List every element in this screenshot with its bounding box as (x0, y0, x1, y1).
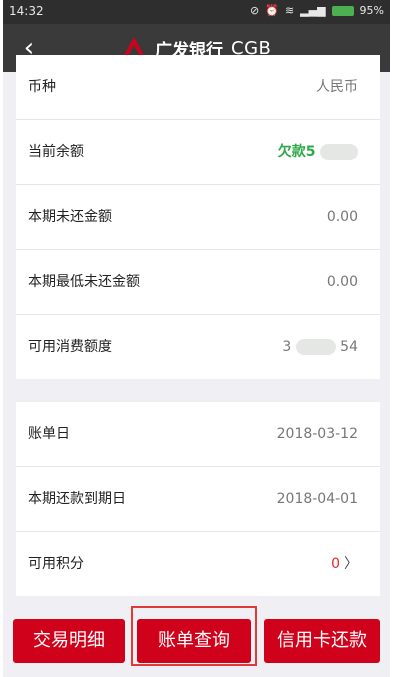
list-item-balance: 当前余额 欠款5 (16, 120, 380, 185)
signal-icon: ▂▄▆ (300, 4, 326, 17)
wifi-icon: ≋ (284, 4, 295, 17)
battery-icon (331, 5, 354, 16)
credit-limit-value: 3 54 (282, 315, 358, 379)
mute-icon: ⊘ (250, 4, 260, 17)
row-label: 可用积分 (28, 556, 84, 572)
row-label: 本期还款到期日 (28, 491, 126, 507)
billing-card: 账单日 2018-03-12 本期还款到期日 2018-04-01 可用积分 0… (16, 402, 380, 596)
battery-percent: 95% (359, 4, 384, 17)
row-value: 2018-03-12 (276, 426, 358, 442)
bottom-action-bar: 交易明细 账单查询 信用卡还款 (3, 612, 390, 668)
status-time: 14:32 (9, 4, 44, 18)
status-bar: 14:32 ⊘ ⏰ ≋ ▂▄▆ 95% (3, 0, 390, 24)
row-label: 本期最低未还金额 (28, 274, 140, 290)
phone-screen: 14:32 ⊘ ⏰ ≋ ▂▄▆ 95% ‹ 广发银行 CGB 币种 人民币 当前… (3, 0, 390, 677)
list-item-points[interactable]: 可用积分 0 〉 (16, 532, 380, 596)
row-label: 当前余额 (28, 144, 84, 160)
row-value: 0.00 (326, 209, 358, 225)
alarm-icon: ⏰ (265, 4, 279, 17)
list-item-min-unpaid: 本期最低未还金额 0.00 (16, 250, 380, 315)
row-label: 本期未还金额 (28, 209, 112, 225)
redacted-blur (295, 339, 336, 355)
status-icons: ⊘ ⏰ ≋ ▂▄▆ 95% (250, 4, 384, 17)
credit-prefix: 3 (282, 339, 292, 355)
list-item-credit-limit: 可用消费额度 3 54 (16, 315, 380, 379)
balance-value: 欠款5 (278, 120, 358, 184)
list-item-statement-date: 账单日 2018-03-12 (16, 402, 380, 467)
row-value: 人民币 (316, 79, 358, 95)
row-label: 可用消费额度 (28, 339, 112, 355)
row-label: 账单日 (28, 426, 70, 442)
redacted-blur (320, 144, 358, 160)
bill-query-button[interactable]: 账单查询 (137, 619, 251, 663)
row-label: 币种 (28, 79, 56, 95)
balance-text: 欠款5 (277, 144, 316, 160)
credit-suffix: 54 (340, 339, 358, 355)
points-number: 0 (331, 556, 340, 572)
row-value: 0.00 (326, 274, 358, 290)
list-item-unpaid: 本期未还金额 0.00 (16, 185, 380, 250)
chevron-right-icon: 〉 (344, 556, 358, 572)
credit-card-repay-button[interactable]: 信用卡还款 (264, 619, 380, 663)
transaction-detail-button[interactable]: 交易明细 (13, 619, 125, 663)
account-card: 币种 人民币 当前余额 欠款5 本期未还金额 0.00 本期最低未还金额 0.0… (16, 55, 380, 379)
list-item-due-date: 本期还款到期日 2018-04-01 (16, 467, 380, 532)
points-value: 0 〉 (331, 532, 358, 596)
row-value: 2018-04-01 (276, 491, 358, 507)
list-item-currency: 币种 人民币 (16, 55, 380, 120)
